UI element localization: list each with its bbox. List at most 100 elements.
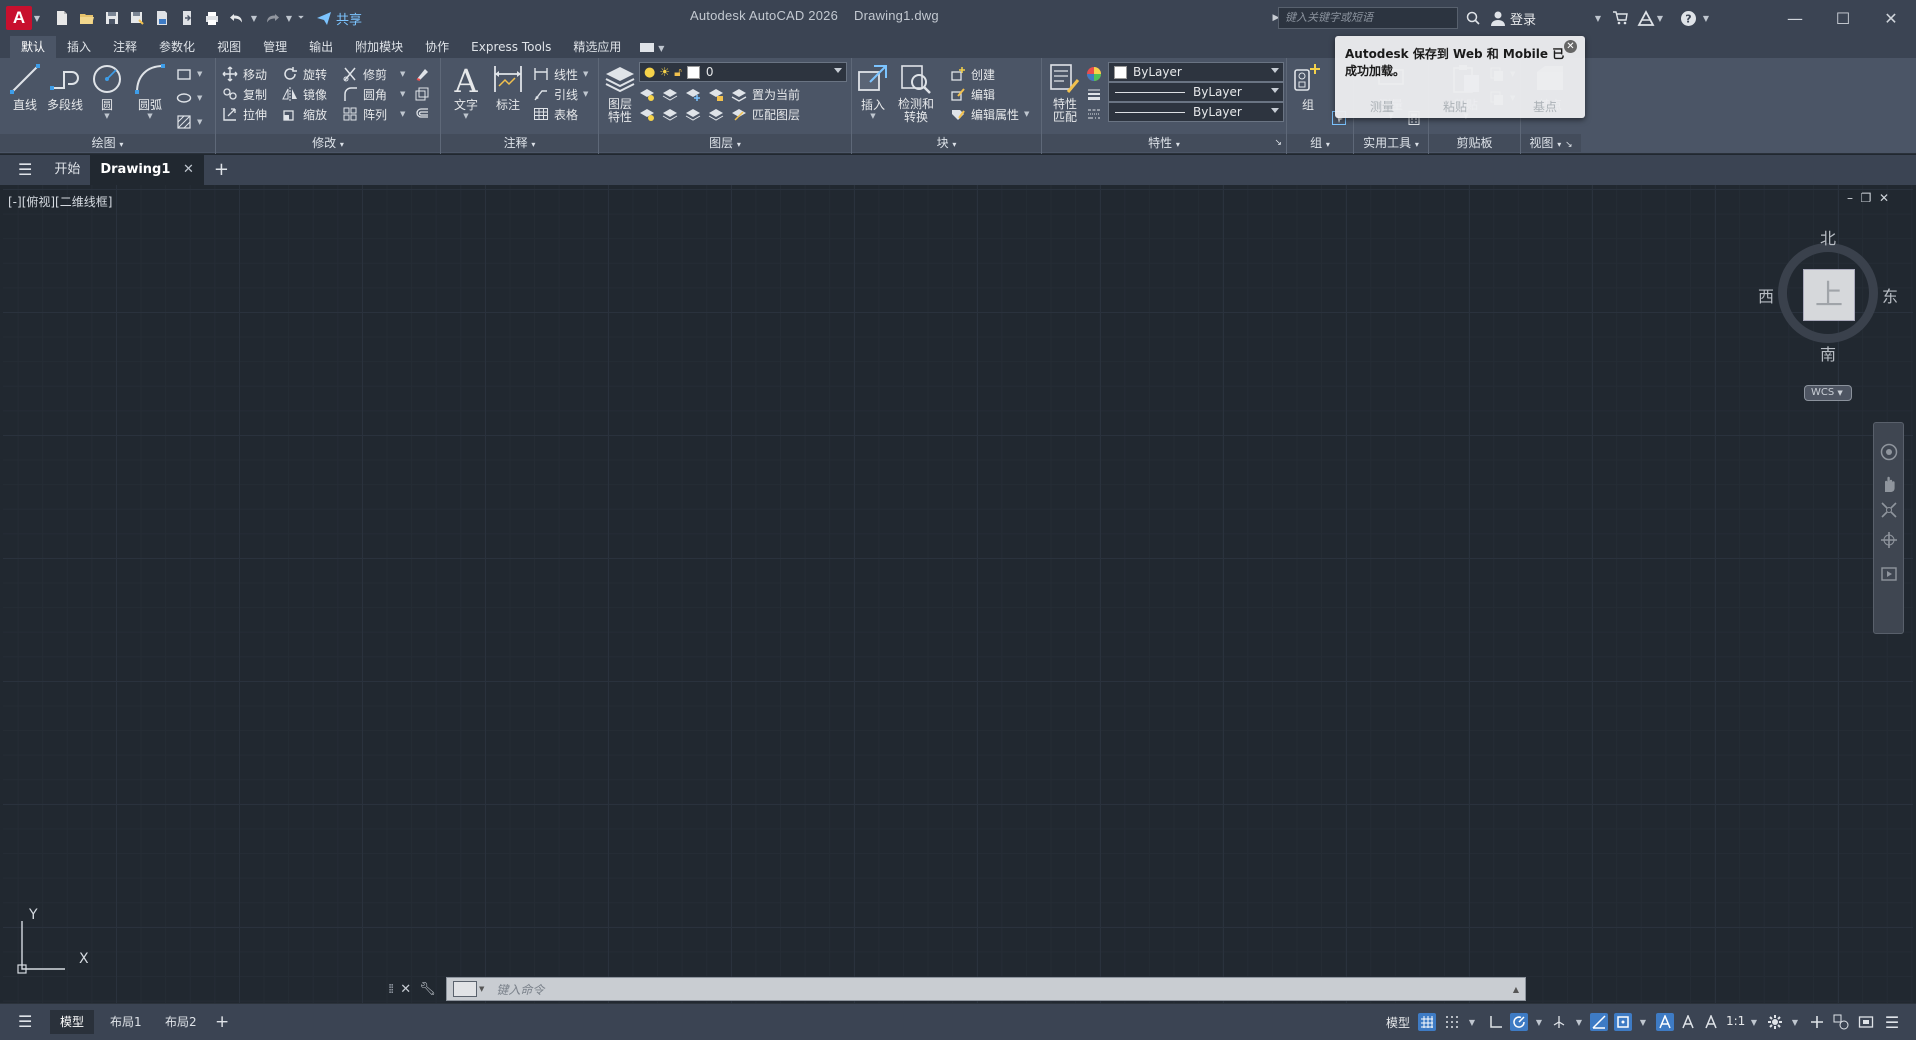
panel-view-title[interactable]: 视图 ▾ ↘ — [1521, 134, 1581, 152]
isodraft-icon[interactable] — [1550, 1013, 1568, 1031]
rotate-button[interactable]: 旋转 — [282, 64, 327, 84]
viewcube-top-face[interactable]: 上 — [1803, 269, 1855, 321]
minimize-button[interactable]: — — [1772, 0, 1818, 36]
match-layer-button[interactable]: 匹配图层 — [731, 104, 800, 124]
command-grip-icon[interactable]: ⁞⁞ — [388, 982, 394, 997]
linetype-dropdown[interactable]: ByLayer — [1108, 102, 1284, 122]
tab-collaborate[interactable]: 协作 — [414, 36, 460, 58]
linear-button[interactable]: 线性 ▼ — [533, 64, 588, 84]
viewport-controls-label[interactable]: [-][俯视][二维线框] — [8, 193, 112, 210]
hatch-button[interactable]: ▼ — [176, 88, 202, 108]
scale-caret-icon[interactable]: ▼ — [1745, 1013, 1763, 1031]
layer-tool-7[interactable] — [685, 104, 701, 124]
explode-button[interactable] — [414, 84, 430, 104]
panel-annotation-title[interactable]: 注释 ▾ — [441, 134, 598, 152]
orbit-icon[interactable] — [1880, 531, 1898, 549]
customize-qat-icon[interactable]: ⏷ — [294, 6, 308, 30]
layer-properties-button[interactable]: 图层 特性 — [603, 62, 637, 124]
model-space-toggle[interactable]: 模型 — [1386, 1014, 1410, 1031]
app-menu-caret-icon[interactable]: ▼ — [32, 6, 42, 30]
layout-menu-icon[interactable]: ☰ — [8, 1010, 42, 1034]
edit-attributes-button[interactable]: 编辑属性 ▼ — [950, 104, 1029, 124]
detect-convert-button[interactable]: 检测和 转换 — [898, 62, 934, 124]
panel-layers-title[interactable]: 图层 ▾ — [599, 134, 851, 152]
save-as-icon[interactable] — [125, 6, 149, 30]
table-button[interactable]: 表格 — [533, 104, 578, 124]
customize-status-icon[interactable]: ☰ — [1883, 1013, 1901, 1032]
set-current-button[interactable]: 置为当前 — [731, 84, 800, 104]
compass-east[interactable]: 东 — [1882, 283, 1898, 307]
command-input[interactable]: ▼ 键入命令 ▲ — [446, 977, 1526, 1001]
trim-button[interactable]: 修剪 ▼ — [342, 64, 405, 84]
layer-dropdown[interactable]: ● ☀ 🔓︎ 0 — [639, 62, 847, 82]
tab-featured-apps[interactable]: 精选应用 — [562, 36, 632, 58]
lineweight-icon-button[interactable] — [1086, 84, 1102, 104]
tab-output[interactable]: 输出 — [298, 36, 344, 58]
circle-button[interactable]: 圆 ▼ — [90, 62, 124, 120]
color-dropdown[interactable]: ByLayer — [1108, 62, 1284, 82]
mirror-button[interactable]: 镜像 — [282, 84, 327, 104]
new-tab-button[interactable]: + — [204, 155, 239, 185]
edit-block-button[interactable]: 编辑 — [950, 84, 995, 104]
plot-icon[interactable] — [200, 6, 224, 30]
tab-drawing1[interactable]: Drawing1 ✕ — [90, 155, 204, 185]
viewcube[interactable]: 北 南 西 东 上 WCS ▼ — [1758, 225, 1898, 401]
panel-properties-title[interactable]: 特性 ▾ ↘ — [1042, 134, 1286, 152]
compass-west[interactable]: 西 — [1758, 283, 1774, 307]
line-button[interactable]: 直线 — [8, 62, 42, 112]
account-caret-icon[interactable]: ▼ — [1650, 8, 1670, 28]
view-launcher-icon[interactable]: ↘ — [1565, 140, 1573, 150]
tab-model[interactable]: 模型 — [50, 1010, 95, 1034]
snap-toggle-icon[interactable] — [1443, 1013, 1461, 1031]
user-icon[interactable] — [1488, 8, 1508, 28]
viewport-minimize-icon[interactable]: – — [1843, 191, 1857, 205]
command-customize-icon[interactable]: 🔧︎ — [419, 982, 436, 997]
boundary-button[interactable]: ▼ — [176, 112, 202, 132]
ortho-toggle-icon[interactable] — [1487, 1013, 1505, 1031]
layer-tool-4[interactable] — [708, 84, 724, 104]
panel-utilities-title[interactable]: 实用工具 ▾ — [1354, 134, 1428, 152]
polyline-button[interactable]: 多段线 — [47, 62, 83, 112]
tab-layout1[interactable]: 布局1 — [100, 1010, 152, 1034]
object-snap-icon[interactable] — [1614, 1013, 1632, 1031]
isolate-objects-icon[interactable] — [1832, 1013, 1850, 1031]
command-close-icon[interactable]: ✕ — [400, 982, 411, 997]
offset-button[interactable] — [414, 104, 430, 124]
annotation-visibility-icon[interactable] — [1656, 1013, 1674, 1031]
help-caret-icon[interactable]: ▼ — [1696, 8, 1716, 28]
zoom-extents-icon[interactable] — [1880, 501, 1898, 519]
tab-manage[interactable]: 管理 — [252, 36, 298, 58]
properties-launcher-icon[interactable]: ↘ — [1274, 134, 1282, 152]
search-icon[interactable] — [1463, 8, 1483, 28]
redo-icon[interactable] — [260, 6, 284, 30]
login-caret-icon[interactable]: ▼ — [1588, 8, 1608, 28]
workspace-gear-icon[interactable] — [1766, 1013, 1784, 1031]
isodraft-caret-icon[interactable]: ▼ — [1570, 1013, 1588, 1031]
tab-addins[interactable]: 附加模块 — [344, 36, 414, 58]
move-button[interactable]: 移动 — [222, 64, 267, 84]
showmotion-icon[interactable] — [1880, 565, 1898, 583]
stretch-button[interactable]: 拉伸 — [222, 104, 267, 124]
compass-south[interactable]: 南 — [1820, 341, 1836, 365]
save-icon[interactable] — [100, 6, 124, 30]
pan-hand-icon[interactable] — [1880, 475, 1898, 493]
polar-tracking-icon[interactable] — [1510, 1013, 1528, 1031]
login-button[interactable]: 登录 — [1510, 9, 1536, 28]
file-tabs-menu-icon[interactable]: ☰ — [0, 155, 44, 185]
snap-caret-icon[interactable]: ▼ — [1463, 1013, 1481, 1031]
auto-scale-icon[interactable] — [1679, 1013, 1697, 1031]
application-menu-button[interactable]: A — [6, 6, 32, 30]
layer-tool-2[interactable] — [662, 84, 678, 104]
command-history-caret-icon[interactable]: ▲ — [1513, 985, 1519, 994]
arc-button[interactable]: 圆弧 ▼ — [133, 62, 167, 120]
undo-icon[interactable] — [225, 6, 249, 30]
command-prompt-icon[interactable] — [453, 981, 477, 997]
help-icon[interactable]: ? — [1678, 8, 1698, 28]
wcs-menu[interactable]: WCS ▼ — [1804, 385, 1852, 401]
close-tab-icon[interactable]: ✕ — [183, 162, 194, 177]
layer-tool-8[interactable] — [708, 104, 724, 124]
share-button[interactable]: 共享 — [316, 9, 362, 28]
maximize-button[interactable]: ☐ — [1820, 0, 1866, 36]
scale-button[interactable]: 缩放 — [282, 104, 327, 124]
leader-button[interactable]: 引线 ▼ — [533, 84, 588, 104]
